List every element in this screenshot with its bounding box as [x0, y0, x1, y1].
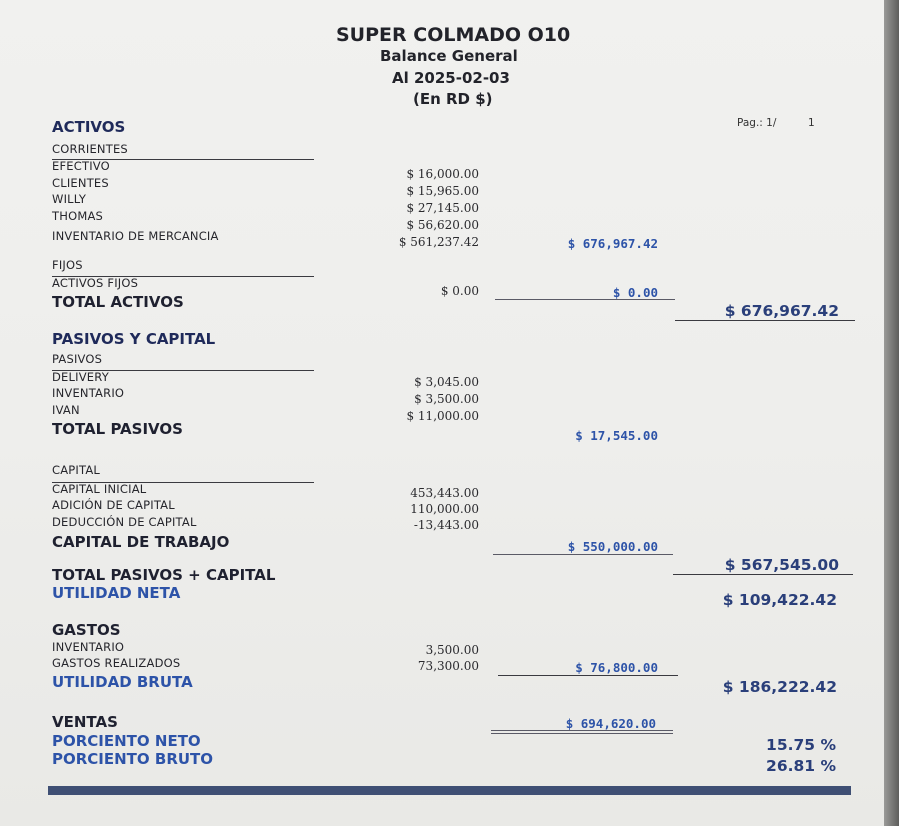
ventas-rule-2 [491, 733, 673, 734]
corrientes-subtotal: $ 676,967.42 [567, 236, 658, 251]
gastos-subtotal-rule [498, 675, 678, 676]
utilidad-neta-value: $ 109,422.42 [722, 591, 837, 609]
paper-edge [884, 0, 899, 826]
line-amount: $ 16,000.00 [406, 167, 479, 181]
ventas-value: $ 694,620.00 [565, 716, 656, 731]
porciento-neto-label: PORCIENTO NETO [52, 732, 201, 750]
line-label: WILLY [52, 192, 87, 206]
line-amount: $ 56,620.00 [406, 218, 479, 232]
line-amount: -13,443.00 [413, 518, 479, 532]
total-activos-value: $ 676,967.42 [724, 302, 839, 320]
line-amount: 73,300.00 [417, 659, 479, 673]
line-amount: $ 27,145.00 [406, 201, 479, 215]
ventas-label: VENTAS [52, 713, 118, 731]
line-amount: $ 3,045.00 [414, 375, 479, 389]
activos-heading: ACTIVOS [52, 118, 126, 136]
pasivos-label: PASIVOS [52, 352, 103, 366]
gastos-heading: GASTOS [52, 621, 121, 639]
line-amount: $ 11,000.00 [406, 409, 479, 423]
fijos-subtotal: $ 0.00 [612, 285, 658, 300]
line-amount: 453,443.00 [410, 486, 479, 500]
total-pasivos-label: TOTAL PASIVOS [52, 420, 183, 438]
capital-trabajo-rule [493, 554, 673, 555]
report-title: Balance General [380, 47, 518, 65]
utilidad-neta-label: UTILIDAD NETA [52, 584, 181, 602]
company-name: SUPER COLMADO O10 [336, 24, 571, 46]
report-currency: (En RD $) [413, 90, 493, 108]
total-pasivos-value: $ 17,545.00 [575, 428, 658, 443]
line-amount: 3,500.00 [425, 643, 479, 657]
line-label: DELIVERY [52, 370, 109, 384]
porciento-bruto-value: 26.81 % [766, 757, 836, 775]
capital-trabajo-value: $ 550,000.00 [567, 539, 658, 554]
total-pasivos-capital-label: TOTAL PASIVOS + CAPITAL [52, 566, 276, 584]
line-label: IVAN [52, 403, 80, 417]
line-amount: $ 0.00 [440, 284, 479, 298]
ventas-rule-1 [491, 730, 673, 731]
line-amount: $ 3,500.00 [414, 392, 479, 406]
report-date: Al 2025-02-03 [392, 69, 510, 87]
fijos-label: FIJOS [52, 258, 83, 272]
line-label: INVENTARIO [52, 640, 125, 654]
gastos-subtotal: $ 76,800.00 [575, 660, 658, 675]
footer-bar [48, 786, 851, 795]
line-label: CLIENTES [52, 176, 109, 190]
line-label: ADICIÓN DE CAPITAL [52, 498, 175, 512]
utilidad-bruta-label: UTILIDAD BRUTA [52, 673, 193, 691]
line-label: DEDUCCIÓN DE CAPITAL [52, 515, 197, 529]
line-label: ACTIVOS FIJOS [52, 276, 139, 290]
page-label: Pag.: 1/ [737, 117, 777, 129]
line-amount: $ 15,965.00 [406, 184, 479, 198]
line-label: THOMAS [52, 209, 104, 223]
line-label: CAPITAL INICIAL [52, 482, 147, 496]
total-activos-rule [675, 320, 855, 321]
line-label: GASTOS REALIZADOS [52, 656, 181, 670]
porciento-neto-value: 15.75 % [766, 736, 836, 754]
pasivos-capital-heading: PASIVOS Y CAPITAL [52, 330, 216, 348]
line-amount: 110,000.00 [410, 502, 479, 516]
line-label: INVENTARIO [52, 386, 125, 400]
corrientes-label: CORRIENTES [52, 142, 128, 156]
line-amount: $ 561,237.42 [398, 235, 479, 249]
porciento-bruto-label: PORCIENTO BRUTO [52, 750, 214, 768]
utilidad-bruta-value: $ 186,222.42 [722, 678, 837, 696]
page-total: 1 [808, 117, 815, 129]
line-label: INVENTARIO DE MERCANCIA [52, 229, 219, 243]
capital-label: CAPITAL [52, 463, 101, 477]
capital-trabajo-label: CAPITAL DE TRABAJO [52, 533, 230, 551]
total-pasivos-capital-value: $ 567,545.00 [724, 556, 839, 574]
total-pasivos-capital-rule [673, 574, 853, 575]
line-label: EFECTIVO [52, 159, 110, 173]
total-activos-label: TOTAL ACTIVOS [52, 293, 184, 311]
report-page: SUPER COLMADO O10 Balance General Al 202… [0, 0, 884, 826]
